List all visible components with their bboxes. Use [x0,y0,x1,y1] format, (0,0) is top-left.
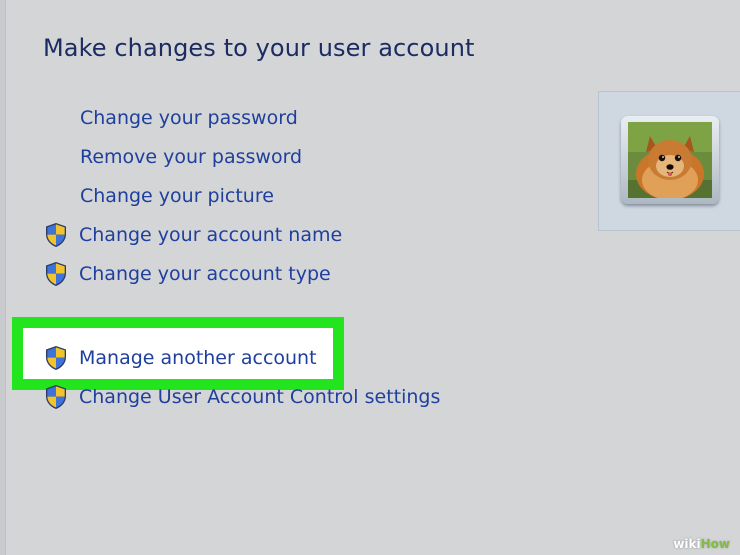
change-account-type-link[interactable]: Change your account type [44,259,331,289]
account-picture-panel [598,91,740,231]
change-password-link[interactable]: Change your password [80,103,298,133]
change-uac-settings-label: Change User Account Control settings [79,386,441,408]
watermark-part2: How [700,537,730,551]
uac-shield-icon [46,385,66,409]
change-account-name-label: Change your account name [79,224,343,246]
uac-shield-icon [46,346,66,370]
change-picture-link[interactable]: Change your picture [80,181,274,211]
change-password-label: Change your password [80,107,298,129]
change-account-name-link[interactable]: Change your account name [44,220,342,250]
wikihow-watermark: wiki How [669,536,734,552]
uac-shield-icon [46,223,66,247]
watermark-part1: wiki [673,537,701,551]
change-account-type-label: Change your account type [79,263,331,285]
window-left-border [0,0,6,555]
change-picture-label: Change your picture [80,185,274,207]
account-picture[interactable] [621,116,719,204]
remove-password-link[interactable]: Remove your password [80,142,302,172]
remove-password-label: Remove your password [80,146,303,168]
pomeranian-dog-photo [628,122,712,198]
uac-shield-icon [46,262,66,286]
manage-another-account-link[interactable]: Manage another account [44,343,317,373]
change-uac-settings-link[interactable]: Change User Account Control settings [44,382,440,412]
page-title: Make changes to your user account [43,34,475,62]
manage-another-account-label: Manage another account [79,347,317,369]
